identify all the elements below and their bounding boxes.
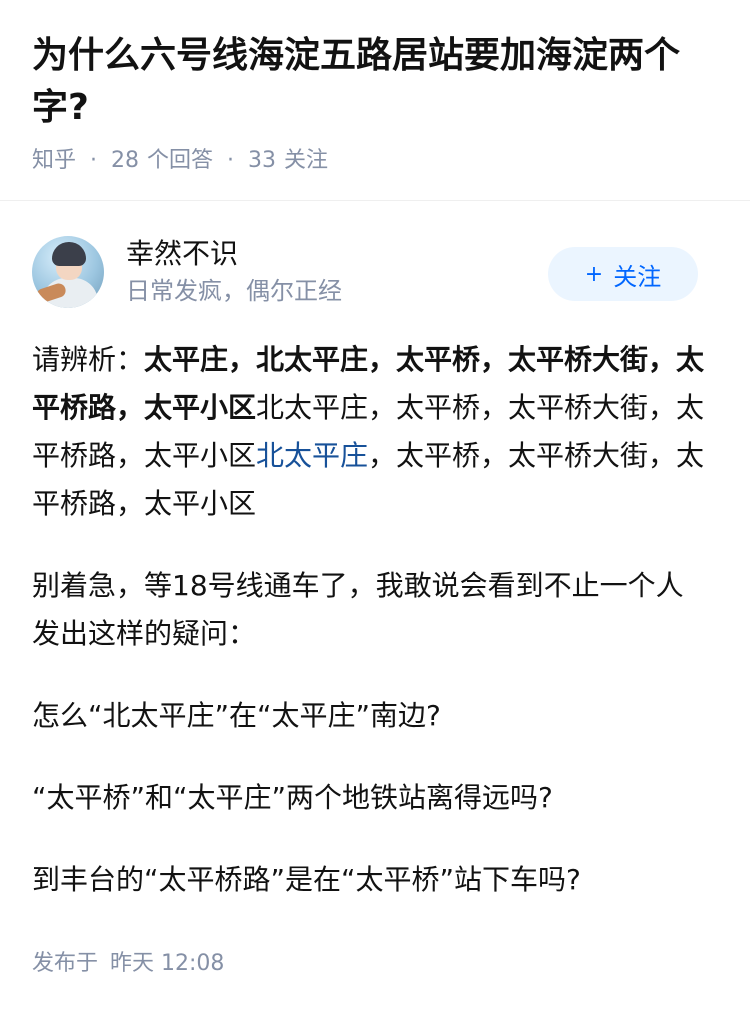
answer-paragraph-5: 到丰台的“太平桥路”是在“太平桥”站下车吗?	[32, 863, 581, 896]
author-name[interactable]: 幸然不识	[126, 236, 548, 272]
answer-inline-link[interactable]: 北太平庄	[256, 439, 368, 472]
answers-count: 28	[111, 148, 140, 173]
answer-paragraph-2: 别着急，等18号线通车了，我敢说会看到不止一个人发出这样的疑问：	[32, 569, 684, 650]
section-divider	[0, 200, 750, 201]
answers-label[interactable]: 个回答	[147, 146, 213, 176]
separator-dot: ·	[227, 148, 235, 173]
answer-paragraph-3: 怎么“北太平庄”在“太平庄”南边?	[32, 699, 441, 732]
follow-button-label: 关注	[613, 262, 662, 291]
follow-button[interactable]: + 关注	[548, 247, 698, 301]
followers-count: 33	[248, 148, 277, 173]
answer-paragraph-4: “太平桥”和“太平庄”两个地铁站离得远吗?	[32, 781, 553, 814]
author-info: 幸然不识 日常发疯，偶尔正经	[126, 236, 548, 308]
followers-label[interactable]: 关注	[284, 146, 328, 176]
answer-prefix: 请辨析：	[32, 343, 145, 376]
question-meta: 知乎 · 28 个回答 · 33 关注	[32, 146, 718, 176]
publish-time: 发布于 昨天 12:08	[32, 948, 224, 980]
question-header: 为什么六号线海淀五路居站要加海淀两个字? 知乎 · 28 个回答 · 33 关注	[0, 0, 750, 176]
source-label[interactable]: 知乎	[32, 146, 76, 176]
avatar-illustration-icon[interactable]	[32, 236, 104, 308]
separator-dot: ·	[90, 148, 98, 173]
published-label: 发布于	[32, 951, 99, 976]
author-bio: 日常发疯，偶尔正经	[126, 277, 342, 305]
answer-body: 请辨析：太平庄，北太平庄，太平桥，太平桥大街，太平桥路，太平小区北太平庄，太平桥…	[32, 336, 706, 938]
author-row: 幸然不识 日常发疯，偶尔正经 + 关注	[32, 236, 698, 308]
published-time: 昨天 12:08	[110, 951, 225, 976]
answer-page: 为什么六号线海淀五路居站要加海淀两个字? 知乎 · 28 个回答 · 33 关注…	[0, 0, 750, 1018]
plus-icon: +	[584, 261, 604, 287]
answer-paragraph-1: 请辨析：太平庄，北太平庄，太平桥，太平桥大街，太平桥路，太平小区北太平庄，太平桥…	[32, 336, 706, 528]
question-title[interactable]: 为什么六号线海淀五路居站要加海淀两个字?	[32, 30, 718, 134]
